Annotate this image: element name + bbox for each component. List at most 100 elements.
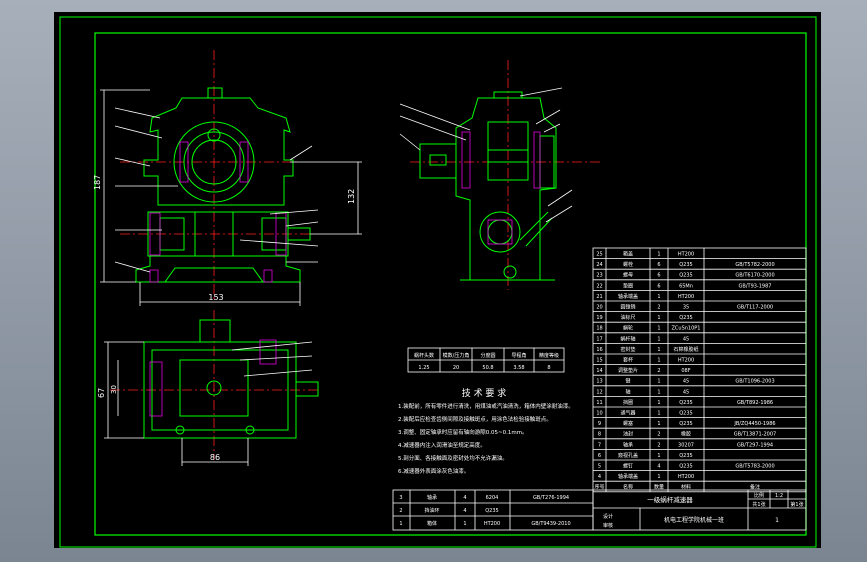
parts-cell: 11 <box>596 400 602 406</box>
parts-cell: 1 <box>657 453 660 459</box>
parts-cell: 1 <box>657 389 660 395</box>
parts-cell: Q235 <box>679 464 692 470</box>
sheet-no: 第1张 <box>790 501 803 508</box>
drawing-number: 1 <box>775 517 779 524</box>
parts-cell: 25 <box>596 252 602 258</box>
parts-cell: 6 <box>657 283 660 289</box>
tech-item: 6.减速器外表面涂灰色油漆。 <box>398 467 469 475</box>
dim-height-right: 132 <box>347 189 356 204</box>
bom-cell: 挡油环 <box>424 507 439 514</box>
parts-cell: 24 <box>596 262 602 268</box>
parts-cell: 6 <box>598 453 601 459</box>
parts-cell: 挡圈 <box>623 399 633 406</box>
parts-cell: 22 <box>596 283 602 289</box>
parts-cell: 1 <box>657 326 660 332</box>
parts-cell: Q235 <box>679 400 692 406</box>
parts-cell: 轴承端盖 <box>618 473 638 480</box>
bom-cell: 4 <box>463 508 466 514</box>
parts-cell: 4 <box>657 464 660 470</box>
spec-cell: 50.8 <box>482 365 493 371</box>
tech-item: 4.减速器内注入润滑油至规定高度。 <box>398 441 486 449</box>
bom-cell: 2 <box>399 508 402 514</box>
parts-cell: Q235 <box>679 421 692 427</box>
parts-cell: 13 <box>596 379 602 385</box>
parts-cell: ZCuSn10P1 <box>672 326 701 332</box>
parts-cell: 垫圈 <box>623 282 633 289</box>
parts-cell: 油标尺 <box>620 314 635 321</box>
parts-cell: 箱盖 <box>623 251 633 258</box>
parts-cell: 21 <box>596 294 602 300</box>
parts-cell: Q235 <box>679 453 692 459</box>
tech-item: 3.调整、固定轴承时应留有轴向游隙0.05~0.1mm。 <box>398 428 528 436</box>
parts-cell: HT200 <box>678 474 694 480</box>
parts-cell: Q235 <box>679 315 692 321</box>
parts-cell: 5 <box>598 464 601 470</box>
bom-cell: GB/T276-1994 <box>533 495 569 501</box>
bom-cell: HT200 <box>484 521 500 527</box>
bom-cell: 轴承 <box>427 494 437 501</box>
parts-cell: 1 <box>657 358 660 364</box>
bom-cell: 6204 <box>486 495 499 501</box>
parts-cell: 1 <box>657 252 660 258</box>
parts-cell: 23 <box>596 273 602 279</box>
parts-cell: 65Mn <box>679 283 693 289</box>
parts-cell: 1 <box>657 294 660 300</box>
bom-cell: 箱体 <box>427 520 437 527</box>
parts-cell: HT200 <box>678 294 694 300</box>
parts-cell: HT200 <box>678 358 694 364</box>
parts-cell: 45 <box>683 389 689 395</box>
parts-cell: 套杯 <box>623 357 633 364</box>
parts-cell: 16 <box>596 347 602 353</box>
parts-cell: 20 <box>596 305 602 311</box>
parts-cell: 轴承端盖 <box>618 293 638 300</box>
parts-cell: 密封垫 <box>620 346 635 353</box>
spec-cell: 3.58 <box>513 365 524 371</box>
parts-cell: 9 <box>598 421 601 427</box>
parts-cell: 45 <box>683 379 689 385</box>
parts-cell: 螺母 <box>623 272 633 279</box>
spec-header: 模数/压力角 <box>443 352 470 359</box>
parts-cell: 15 <box>596 358 602 364</box>
parts-cell: 30207 <box>678 442 694 448</box>
parts-cell: 4 <box>598 474 601 480</box>
bom-cell: 3 <box>399 495 402 501</box>
parts-cell: 橡胶 <box>681 431 691 438</box>
tech-item: 2.装配后应检查齿侧间隙及接触斑点，用涂色法检验接触斑点。 <box>398 415 552 423</box>
drawing-name: 一级蜗杆减速器 <box>647 495 693 504</box>
dim-height-left: 187 <box>93 175 102 190</box>
parts-cell: 10 <box>596 411 602 417</box>
bom-cell: Q235 <box>485 508 498 514</box>
spec-header: 导程角 <box>511 352 526 359</box>
tech-item: 5.剖分面、各接触面及密封处均不允许漏油。 <box>398 454 508 462</box>
parts-cell: GB/T892-1986 <box>737 400 773 406</box>
parts-cell: HT200 <box>678 252 694 258</box>
scale-value: 1:2 <box>775 493 783 499</box>
parts-cell: GB/T5782-2000 <box>735 262 774 268</box>
parts-cell: 35 <box>683 305 689 311</box>
cad-viewport[interactable]: 187 132 153 67 30 86 蜗杆头数 模数/压力角 分度圆 导程角… <box>0 0 867 562</box>
parts-cell: 轴 <box>625 388 630 395</box>
parts-cell: GB/T297-1994 <box>737 442 773 448</box>
parts-cell: 键 <box>625 378 630 385</box>
parts-cell: 2 <box>657 432 660 438</box>
parts-cell: GB/T13871-2007 <box>734 432 776 438</box>
parts-cell: GB/T6170-2000 <box>735 273 774 279</box>
parts-cell: 调整垫片 <box>618 367 638 374</box>
parts-cell: 19 <box>596 315 602 321</box>
parts-cell: GB/T1096-2003 <box>735 379 774 385</box>
parts-cell: 12 <box>596 389 602 395</box>
tech-item: 1.装配前，所有零件进行清洗，用煤油或汽油清洗，箱体内壁涂耐油漆。 <box>398 402 574 410</box>
parts-cell: 窥视孔盖 <box>618 452 638 459</box>
parts-cell: 7 <box>598 442 601 448</box>
parts-cell: 1 <box>657 400 660 406</box>
parts-cell: 8 <box>598 432 601 438</box>
sheet-label: 共1张 <box>752 501 765 508</box>
dim-plan-inner: 30 <box>110 385 118 394</box>
tech-title: 技 术 要 求 <box>462 387 507 399</box>
spec-cell: 20 <box>453 365 459 371</box>
parts-cell: 08F <box>681 368 690 374</box>
parts-cell: GB/T93-1987 <box>739 283 772 289</box>
parts-cell: Q235 <box>679 262 692 268</box>
parts-cell: 蜗杆轴 <box>620 335 635 342</box>
parts-cell: 1 <box>657 336 660 342</box>
